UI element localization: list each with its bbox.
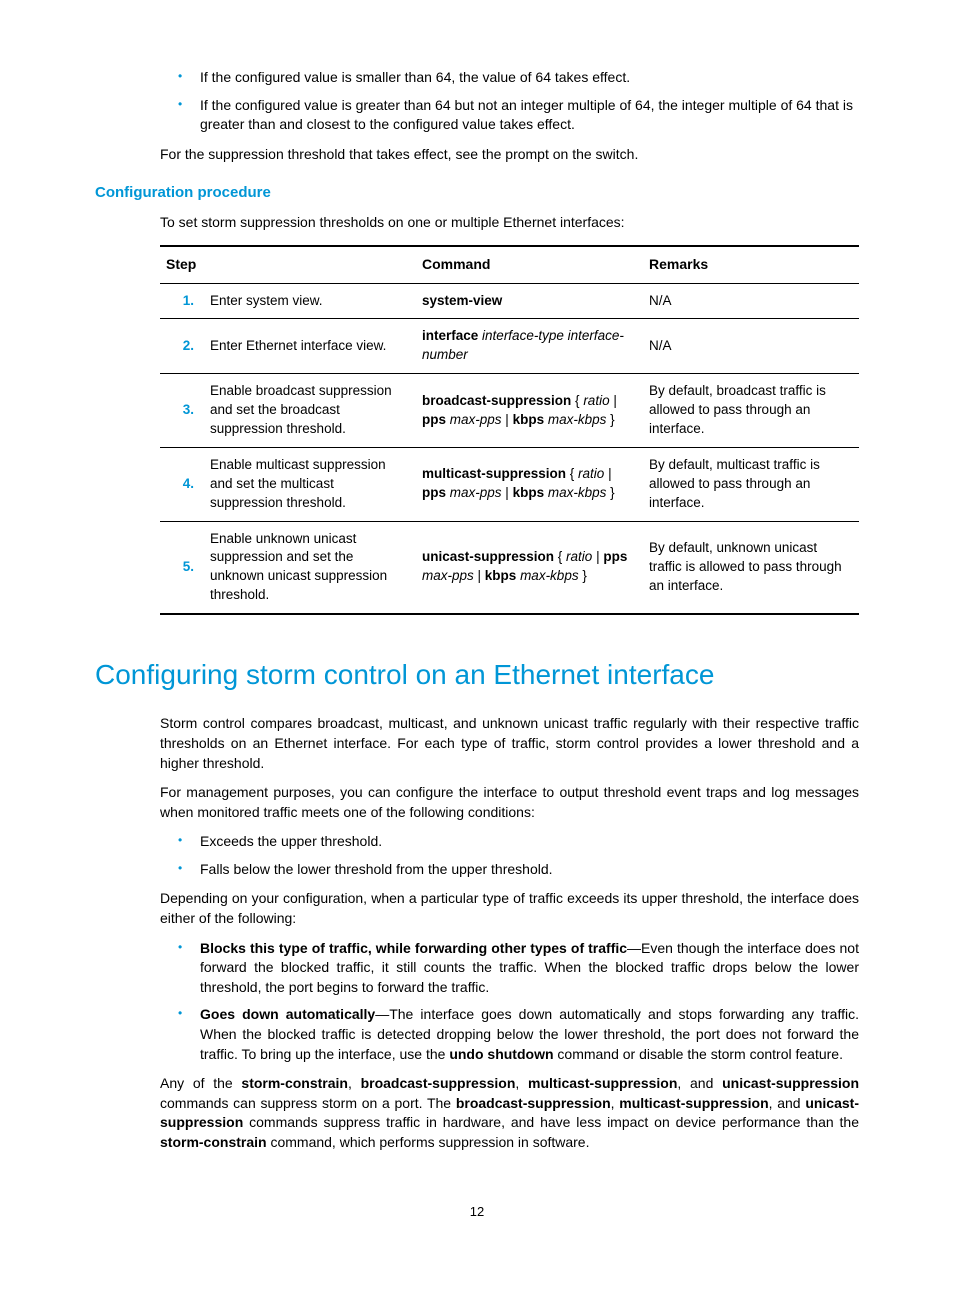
step-remarks: N/A — [643, 283, 859, 319]
step-description: Enable broadcast suppression and set the… — [204, 374, 416, 448]
list-item: Goes down automatically—The interface go… — [160, 1005, 859, 1064]
configuration-procedure-heading: Configuration procedure — [95, 182, 859, 203]
list-item: Exceeds the upper threshold. — [160, 832, 859, 852]
step-command: broadcast-suppression { ratio | pps max-… — [416, 374, 643, 448]
step-number: 2. — [160, 319, 204, 374]
step-number: 5. — [160, 521, 204, 614]
step-description: Enable multicast suppression and set the… — [204, 447, 416, 521]
bullet-list: Exceeds the upper threshold. Falls below … — [160, 832, 859, 879]
step-number: 1. — [160, 283, 204, 319]
step-number: 3. — [160, 374, 204, 448]
step-command: multicast-suppression { ratio | pps max-… — [416, 447, 643, 521]
table-row: 5.Enable unknown unicast suppression and… — [160, 521, 859, 614]
step-command: unicast-suppression { ratio | pps max-pp… — [416, 521, 643, 614]
table-header-step: Step — [160, 246, 416, 283]
list-item: If the configured value is smaller than … — [160, 68, 859, 88]
table-row: 3.Enable broadcast suppression and set t… — [160, 374, 859, 448]
list-item: Falls below the lower threshold from the… — [160, 860, 859, 880]
paragraph: Storm control compares broadcast, multic… — [160, 714, 859, 773]
list-item: Blocks this type of traffic, while forwa… — [160, 939, 859, 998]
table-header-command: Command — [416, 246, 643, 283]
paragraph: To set storm suppression thresholds on o… — [160, 213, 859, 233]
list-item: If the configured value is greater than … — [160, 96, 859, 135]
step-remarks: N/A — [643, 319, 859, 374]
paragraph: Any of the storm-constrain, broadcast-su… — [160, 1074, 859, 1152]
step-remarks: By default, multicast traffic is allowed… — [643, 447, 859, 521]
step-description: Enable unknown unicast suppression and s… — [204, 521, 416, 614]
step-command: interface interface-type interface-numbe… — [416, 319, 643, 374]
top-bullet-list: If the configured value is smaller than … — [160, 68, 859, 135]
step-command: system-view — [416, 283, 643, 319]
paragraph: Depending on your configuration, when a … — [160, 889, 859, 928]
step-number: 4. — [160, 447, 204, 521]
step-description: Enter system view. — [204, 283, 416, 319]
step-remarks: By default, broadcast traffic is allowed… — [643, 374, 859, 448]
paragraph: For management purposes, you can configu… — [160, 783, 859, 822]
page-number: 12 — [95, 1203, 859, 1221]
steps-table: Step Command Remarks 1.Enter system view… — [160, 245, 859, 615]
table-row: 2.Enter Ethernet interface view.interfac… — [160, 319, 859, 374]
step-remarks: By default, unknown unicast traffic is a… — [643, 521, 859, 614]
bullet-list: Blocks this type of traffic, while forwa… — [160, 939, 859, 1065]
table-header-remarks: Remarks — [643, 246, 859, 283]
step-description: Enter Ethernet interface view. — [204, 319, 416, 374]
table-row: 4.Enable multicast suppression and set t… — [160, 447, 859, 521]
table-row: 1.Enter system view.system-viewN/A — [160, 283, 859, 319]
section-heading: Configuring storm control on an Ethernet… — [95, 655, 859, 694]
paragraph: For the suppression threshold that takes… — [160, 145, 859, 165]
